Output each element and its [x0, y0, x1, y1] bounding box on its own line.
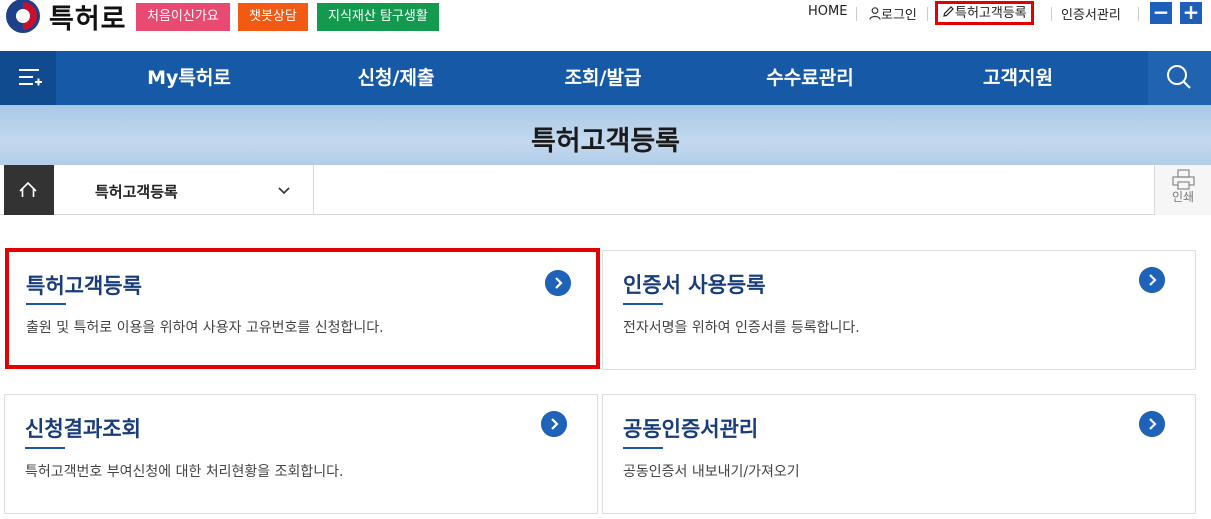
card-title: 공동인증서관리 — [623, 417, 759, 441]
ip-explore-button[interactable]: 지식재산 탐구생활 — [317, 3, 439, 31]
divider — [856, 7, 857, 21]
site-name: 특허로 — [49, 3, 127, 35]
main-nav: My특허로 신청/제출 조회/발급 수수료관리 고객지원 — [0, 51, 1211, 105]
home-icon — [19, 181, 37, 197]
chevron-right-icon[interactable] — [541, 411, 567, 437]
page-banner: 특허고객등록 — [0, 105, 1211, 165]
card-customer-register[interactable]: 특허고객등록 출원 및 특허로 이용을 위하여 사용자 고유번호를 신청합니다. — [5, 248, 600, 369]
home-link[interactable]: HOME — [808, 4, 847, 19]
nav-customer-support[interactable]: 고객지원 — [960, 51, 1076, 105]
card-cert-register[interactable]: 인증서 사용등록 전자서명을 위하여 인증서를 등록합니다. — [602, 250, 1196, 370]
print-button[interactable]: 인쇄 — [1154, 165, 1211, 215]
zoom-out-button[interactable]: − — [1150, 2, 1172, 24]
card-title: 인증서 사용등록 — [623, 273, 766, 297]
divider — [1138, 7, 1139, 21]
card-title-underline — [26, 303, 66, 305]
card-title-underline — [623, 447, 663, 449]
top-bar: 특허로 처음이신가요 챗봇상담 지식재산 탐구생활 HOME 로그인 특허고객등… — [0, 0, 1211, 50]
chatbot-button[interactable]: 챗봇상담 — [238, 3, 308, 31]
card-description: 공동인증서 내보내기/가져오기 — [623, 464, 800, 480]
chevron-right-icon[interactable] — [545, 270, 571, 296]
card-title: 신청결과조회 — [25, 417, 141, 441]
search-icon — [1167, 65, 1191, 89]
nav-inquiry-issue[interactable]: 조회/발급 — [542, 51, 664, 105]
card-title-underline — [25, 447, 65, 449]
card-description: 전자서명을 위하여 인증서를 등록합니다. — [623, 320, 860, 336]
government-emblem-icon — [6, 0, 40, 33]
customer-register-link[interactable]: 특허고객등록 — [935, 1, 1034, 25]
divider — [927, 7, 928, 21]
breadcrumb-dropdown[interactable]: 특허고객등록 — [54, 165, 314, 215]
chevron-right-icon[interactable] — [1139, 411, 1165, 437]
customer-register-label: 특허고객등록 — [955, 6, 1027, 21]
search-button[interactable] — [1148, 51, 1211, 105]
nav-my-patent[interactable]: My특허로 — [128, 51, 250, 105]
menu-icon — [19, 69, 42, 86]
print-label: 인쇄 — [1171, 190, 1195, 204]
menu-toggle-button[interactable] — [0, 51, 56, 105]
card-title-underline — [623, 303, 663, 305]
login-link[interactable]: 로그인 — [869, 4, 917, 23]
first-visit-button[interactable]: 처음이신가요 — [136, 3, 230, 31]
login-label: 로그인 — [881, 8, 917, 23]
person-icon — [869, 7, 881, 20]
breadcrumb-current: 특허고객등록 — [95, 183, 178, 201]
chevron-down-icon — [278, 187, 290, 195]
card-application-result[interactable]: 신청결과조회 특허고객번호 부여신청에 대한 처리현황을 조회합니다. — [4, 394, 598, 514]
breadcrumb: 특허고객등록 인쇄 — [0, 165, 1211, 215]
card-description: 출원 및 특허로 이용을 위하여 사용자 고유번호를 신청합니다. — [26, 320, 384, 336]
page-title: 특허고객등록 — [530, 126, 681, 157]
nav-apply-submit[interactable]: 신청/제출 — [336, 51, 456, 105]
pencil-icon — [943, 6, 954, 17]
breadcrumb-home-button[interactable] — [4, 165, 54, 215]
nav-fee-management[interactable]: 수수료관리 — [748, 51, 872, 105]
site-logo[interactable]: 특허로 — [6, 0, 127, 35]
card-description: 특허고객번호 부여신청에 대한 처리현황을 조회합니다. — [25, 464, 344, 480]
card-joint-cert-manage[interactable]: 공동인증서관리 공동인증서 내보내기/가져오기 — [602, 394, 1196, 514]
card-title: 특허고객등록 — [26, 274, 142, 298]
cert-manage-link[interactable]: 인증서관리 — [1061, 4, 1121, 23]
divider — [1051, 7, 1052, 21]
zoom-in-button[interactable]: + — [1180, 2, 1202, 24]
chevron-right-icon[interactable] — [1139, 267, 1165, 293]
